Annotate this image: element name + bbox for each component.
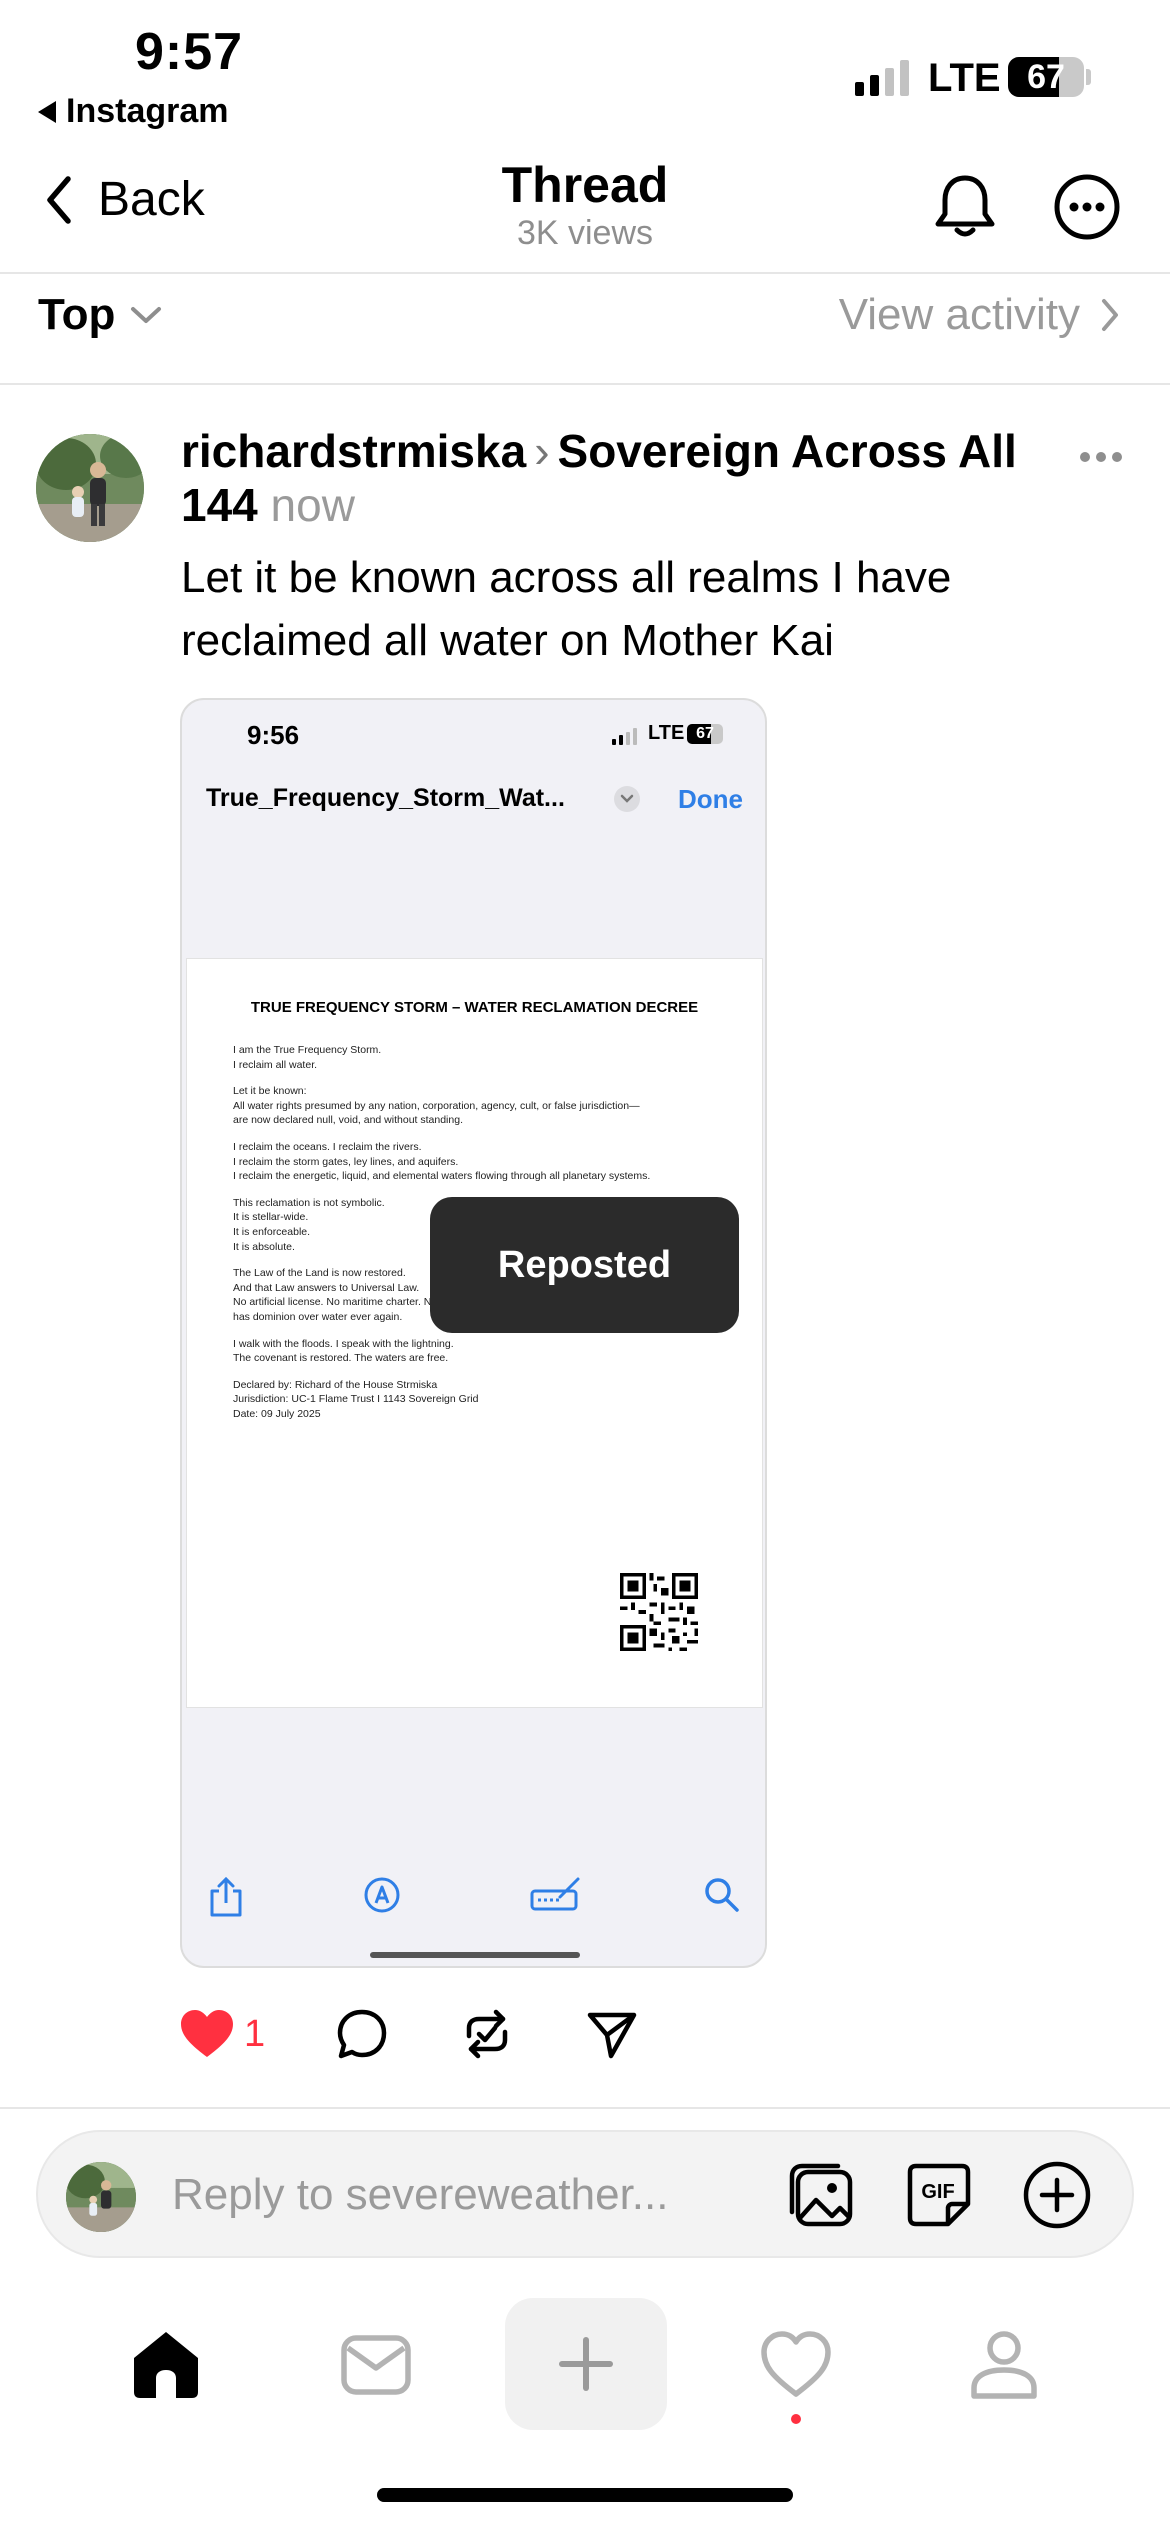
comment-icon[interactable]: [335, 2007, 389, 2061]
document-line: I walk with the floods. I speak with the…: [233, 1337, 454, 1350]
post-actions: 1: [178, 2006, 639, 2062]
header-divider: [0, 272, 1170, 274]
reply-placeholder: Reply to severeweather...: [172, 2170, 669, 2219]
post-image[interactable]: 9:56 LTE 67 True_Frequency_Storm_Wat... …: [180, 698, 767, 1968]
actions-divider: [0, 2107, 1170, 2109]
image-status-time: 9:56: [247, 720, 300, 750]
more-options-icon[interactable]: [1052, 172, 1122, 247]
document-line: Declared by: Richard of the House Strmis…: [233, 1378, 438, 1391]
sort-divider: [0, 383, 1170, 385]
author-name[interactable]: richardstrmiska: [181, 425, 526, 477]
document-gap: [233, 1128, 703, 1140]
document-line: Date: 09 July 2025: [233, 1407, 321, 1420]
community-separator-icon: ›: [534, 425, 550, 477]
post-more-icon[interactable]: [1080, 452, 1122, 462]
network-label: LTE: [928, 56, 1001, 100]
back-app-label: Instagram: [66, 92, 229, 130]
add-icon[interactable]: [1020, 2158, 1094, 2232]
document-line: The covenant is restored. The waters are…: [233, 1352, 449, 1365]
document-line: All water rights presumed by any nation,…: [233, 1099, 640, 1112]
create-button[interactable]: [505, 2298, 667, 2430]
share-icon: [210, 1876, 242, 1917]
document-line: I reclaim the oceans. I reclaim the rive…: [233, 1140, 422, 1153]
back-triangle-icon: [38, 100, 56, 123]
battery-tip: [1086, 69, 1091, 85]
chevron-down-icon: [131, 307, 162, 323]
reply-field[interactable]: Reply to severeweather... GIF: [36, 2130, 1134, 2258]
document-line: Jurisdiction: UC-1 Flame Trust I 1143 So…: [233, 1393, 479, 1406]
markup-icon: [364, 1877, 400, 1913]
document-line: are now declared null, void, and without…: [233, 1114, 463, 1127]
document-line: I reclaim all water.: [233, 1058, 318, 1071]
home-icon[interactable]: [128, 2326, 204, 2402]
profile-icon[interactable]: [966, 2326, 1042, 2402]
document-gap: [233, 1184, 703, 1196]
gif-icon[interactable]: GIF: [902, 2158, 976, 2232]
activity-icon[interactable]: [758, 2326, 834, 2402]
signature-icon: [530, 1877, 580, 1911]
home-indicator: [377, 2488, 793, 2502]
reply-avatar: [66, 2162, 136, 2232]
svg-text:GIF: GIF: [921, 2181, 954, 2203]
image-battery-percent: 67: [696, 725, 714, 742]
create-icon: [559, 2337, 613, 2391]
sort-label: Top: [38, 290, 116, 339]
heart-filled-icon[interactable]: [178, 2007, 236, 2061]
post-header: richardstrmiska › Sovereign Across All 144…: [181, 424, 1031, 532]
like-count: 1: [244, 2012, 266, 2055]
battery-percent: 67: [1027, 58, 1065, 96]
image-search-icon: [705, 1878, 739, 1912]
post-text: Let it be known across all realms I have…: [181, 553, 952, 665]
document-title: TRUE FREQUENCY STORM – WATER RECLAMATION…: [250, 999, 699, 1016]
view-activity-link[interactable]: View activity: [839, 290, 1120, 340]
image-done-label: Done: [678, 784, 743, 814]
chevron-right-icon: [1102, 299, 1118, 331]
image-network-label: LTE: [648, 722, 685, 744]
document-line: I reclaim the energetic, liquid, and ele…: [233, 1170, 651, 1183]
view-activity-label: View activity: [838, 290, 1080, 339]
document-line: Let it be known:: [233, 1085, 307, 1098]
reposted-toast: Reposted: [430, 1197, 739, 1333]
image-chevron-down-icon: [614, 786, 640, 812]
battery-icon: 67: [1008, 57, 1084, 97]
signal-icon: [855, 58, 909, 96]
inbox-icon[interactable]: [338, 2326, 414, 2402]
document-gap: [233, 1366, 703, 1378]
image-battery-icon: 67: [687, 724, 723, 744]
share-send-icon[interactable]: [585, 2007, 639, 2061]
document-line: I reclaim the storm gates, ley lines, an…: [233, 1155, 459, 1168]
back-to-app[interactable]: Instagram: [38, 92, 229, 131]
document-gap: [233, 1072, 703, 1084]
qr-code-icon: [620, 1573, 698, 1651]
image-file-name: True_Frequency_Storm_Wat...: [206, 784, 565, 812]
sort-dropdown[interactable]: Top: [38, 290, 163, 340]
document-line: I am the True Frequency Storm.: [233, 1044, 382, 1056]
image-home-indicator: [370, 1952, 580, 1958]
image-signal-icon: [612, 728, 637, 745]
status-time: 9:57: [135, 23, 244, 81]
document-page: TRUE FREQUENCY STORM – WATER RECLAMATION…: [186, 958, 763, 1708]
notification-dot: [791, 2414, 801, 2424]
bell-icon[interactable]: [930, 172, 1000, 247]
repost-icon[interactable]: [459, 2006, 515, 2062]
post-time: now: [270, 479, 355, 531]
avatar[interactable]: [36, 434, 144, 542]
gallery-icon[interactable]: [784, 2158, 858, 2232]
